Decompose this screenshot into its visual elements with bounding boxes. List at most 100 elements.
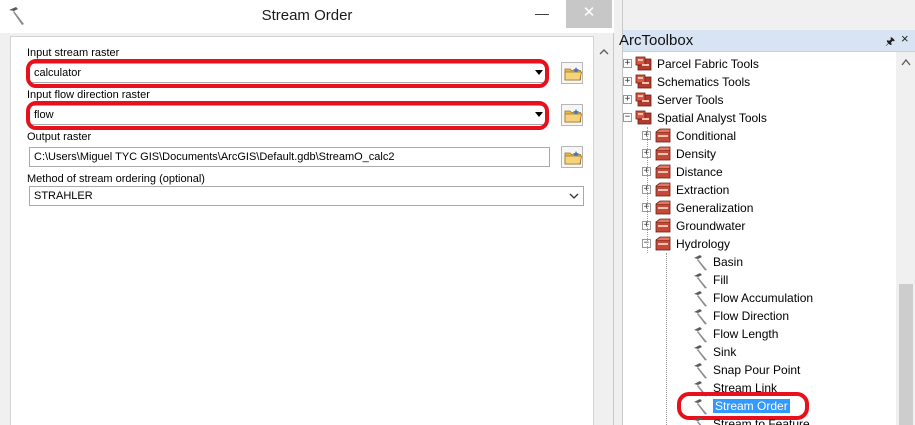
- arctoolbox-panel: ArcToolbox 🖈 × + Parcel Fabric Tools + Sche…: [619, 0, 915, 425]
- tree-item-label: Flow Direction: [713, 309, 790, 323]
- toolset-icon: [654, 236, 672, 252]
- input-flow-direction-value: flow: [34, 109, 54, 121]
- tree-item-label: Snap Pour Point: [713, 363, 801, 377]
- toolset-icon: [654, 182, 672, 198]
- tree-item-stream-order[interactable]: Stream Order: [623, 392, 895, 420]
- tree-item-hydrology[interactable]: − Hydrology: [623, 235, 895, 253]
- tree-item-flow-length[interactable]: Flow Length: [623, 325, 895, 343]
- tree-item-generalization[interactable]: + Generalization: [623, 199, 895, 217]
- tree-item-snap-pour-point[interactable]: Snap Pour Point: [623, 361, 895, 379]
- dialog-scrollbar[interactable]: [594, 36, 613, 425]
- collapse-icon[interactable]: −: [623, 113, 632, 122]
- arctoolbox-header: ArcToolbox 🖈 ×: [619, 30, 915, 52]
- tree-item-stream-link[interactable]: Stream Link: [623, 379, 895, 397]
- pin-icon[interactable]: 🖈: [885, 33, 895, 52]
- tree-item-label: Stream Link: [713, 381, 778, 395]
- close-icon[interactable]: ×: [901, 31, 909, 46]
- hammer-icon: [692, 254, 709, 271]
- panel-top-strip: [623, 0, 915, 30]
- folder-icon: [564, 151, 582, 165]
- hammer-icon: [692, 380, 709, 397]
- tree-item-label: Stream to Feature: [713, 417, 810, 425]
- tree-item-label: Stream Order: [713, 399, 790, 413]
- close-button[interactable]: ✕: [566, 0, 612, 28]
- tree-item-parcel-fabric-tools[interactable]: + Parcel Fabric Tools: [623, 55, 895, 73]
- tree-item-flow-direction[interactable]: Flow Direction: [623, 307, 895, 325]
- output-raster-label: Output raster: [27, 131, 92, 143]
- tree-item-groundwater[interactable]: + Groundwater: [623, 217, 895, 235]
- tree-item-label: Flow Accumulation: [713, 291, 814, 305]
- tree-item-label: Spatial Analyst Tools: [657, 111, 767, 125]
- splitter[interactable]: [614, 0, 622, 425]
- hammer-icon: [692, 344, 709, 361]
- hammer-icon: [692, 416, 709, 425]
- folder-icon: [564, 109, 582, 123]
- method-value: STRAHLER: [34, 190, 93, 202]
- browse-stream-raster-button[interactable]: [561, 62, 583, 84]
- stream-order-dialog: Stream Order — ✕ Input stream raster cal…: [0, 0, 614, 425]
- expand-icon[interactable]: +: [623, 77, 632, 86]
- toolbox-icon: [635, 74, 653, 90]
- tree-item-label: Fill: [713, 273, 729, 287]
- chevron-up-icon[interactable]: [901, 58, 911, 66]
- tree-item-fill[interactable]: Fill: [623, 271, 895, 289]
- browse-flow-direction-button[interactable]: [561, 104, 583, 126]
- arctoolbox-title: ArcToolbox: [619, 32, 694, 49]
- tree-item-label: Sink: [713, 345, 737, 359]
- toolset-icon: [654, 128, 672, 144]
- chevron-down-icon[interactable]: [569, 191, 579, 201]
- hammer-icon: [692, 308, 709, 325]
- tree-item-label: Conditional: [676, 129, 737, 143]
- tree-item-label: Basin: [713, 255, 744, 269]
- tree-item-schematics-tools[interactable]: + Schematics Tools: [623, 73, 895, 91]
- input-flow-direction-combo[interactable]: flow: [29, 105, 547, 125]
- tree-item-stream-to-feature[interactable]: Stream to Feature: [623, 415, 895, 425]
- toolbox-icon: [635, 56, 653, 72]
- parameter-form: Input stream raster calculator Input flo…: [10, 36, 594, 425]
- toolset-icon: [654, 164, 672, 180]
- tree-connector: [647, 127, 648, 253]
- tree-item-sink[interactable]: Sink: [623, 343, 895, 361]
- browse-output-button[interactable]: [561, 146, 583, 168]
- toolbox-icon: [635, 92, 653, 108]
- chevron-up-icon[interactable]: [598, 46, 610, 58]
- tree-item-label: Extraction: [676, 183, 730, 197]
- hammer-icon: [692, 272, 709, 289]
- toolbox-scrollbar[interactable]: [896, 52, 915, 425]
- hammer-icon: [692, 398, 709, 415]
- minimize-button[interactable]: —: [524, 0, 560, 28]
- tree-item-density[interactable]: + Density: [623, 145, 895, 163]
- tree-item-label: Hydrology: [676, 237, 731, 251]
- screen: Stream Order — ✕ Input stream raster cal…: [0, 0, 915, 425]
- expand-icon[interactable]: +: [623, 95, 632, 104]
- tree-item-extraction[interactable]: + Extraction: [623, 181, 895, 199]
- toolset-icon: [654, 200, 672, 216]
- tree-item-label: Generalization: [676, 201, 754, 215]
- tree-item-basin[interactable]: Basin: [623, 253, 895, 271]
- tree-item-label: Distance: [676, 165, 723, 179]
- method-label: Method of stream ordering (optional): [27, 173, 205, 185]
- tree-item-conditional[interactable]: + Conditional: [623, 127, 895, 145]
- tree-item-label: Density: [676, 147, 717, 161]
- tree-item-label: Parcel Fabric Tools: [657, 57, 759, 71]
- tree-item-flow-accumulation[interactable]: Flow Accumulation: [623, 289, 895, 307]
- dropdown-arrow-icon[interactable]: [535, 112, 543, 117]
- hammer-icon: [692, 362, 709, 379]
- expand-icon[interactable]: +: [623, 59, 632, 68]
- input-flow-direction-label: Input flow direction raster: [27, 89, 150, 101]
- tree-connector: [666, 253, 667, 425]
- input-stream-raster-combo[interactable]: calculator: [29, 63, 547, 83]
- tree-item-distance[interactable]: + Distance: [623, 163, 895, 181]
- output-raster-field[interactable]: C:\Users\Miguel TYC GIS\Documents\ArcGIS…: [29, 147, 550, 167]
- scrollbar-thumb[interactable]: [899, 284, 913, 425]
- tree-item-server-tools[interactable]: + Server Tools: [623, 91, 895, 109]
- toolbox-icon: [635, 110, 653, 126]
- dialog-titlebar: Stream Order — ✕: [0, 0, 614, 33]
- tree-item-label: Server Tools: [657, 93, 724, 107]
- dialog-title: Stream Order: [261, 7, 353, 24]
- dropdown-arrow-icon[interactable]: [535, 70, 543, 75]
- input-stream-raster-value: calculator: [34, 67, 82, 79]
- tree-item-label: Groundwater: [676, 219, 746, 233]
- tree-item-spatial-analyst-tools[interactable]: − Spatial Analyst Tools: [623, 109, 895, 127]
- method-select[interactable]: STRAHLER: [29, 186, 584, 206]
